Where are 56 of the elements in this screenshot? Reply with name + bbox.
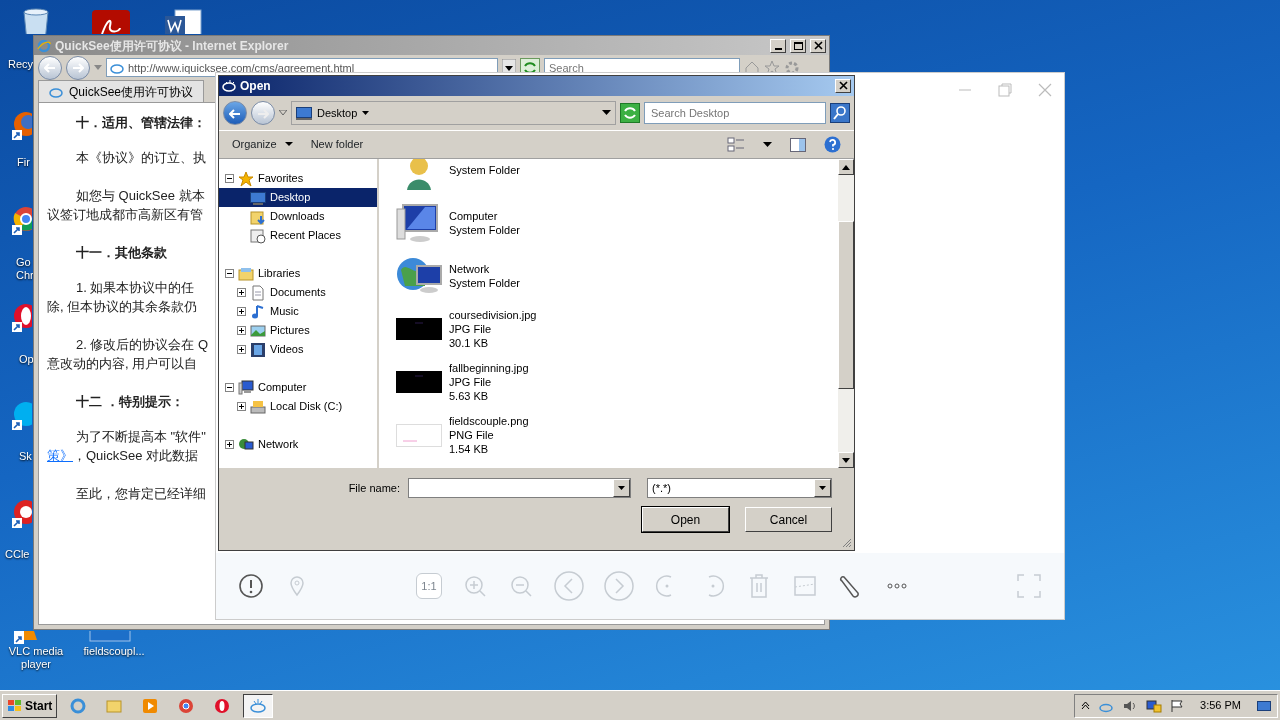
cancel-button[interactable]: Cancel [745,507,832,532]
icon-label: fieldscoupl... [82,645,146,658]
icon-label: Recy [8,58,33,71]
icon-label: VLC media player [7,645,65,671]
paragraph-line: 1. 如果本协议中的任 [75,279,195,297]
paragraph-line: 至此，您肯定已经详细 [75,485,206,503]
icon-label: CCle [5,548,31,561]
paragraph-line: 意改动的内容, 用户可以自 [47,355,198,373]
clock-text[interactable]: 3:56 PM [1200,697,1241,714]
icon-label: Sk [19,450,32,463]
tab-label: QuickSee使用许可协议 [69,83,194,101]
section-heading: 十一．其他条款 [75,244,167,262]
open-button[interactable]: Open [642,507,729,532]
address-text: http://www.iquicksee.com/cms/agreement.html [128,61,355,74]
icon-label: Fir [17,156,31,169]
tree-item[interactable]: Music [219,302,377,321]
policy-link[interactable]: 策》 [47,446,73,465]
icon-label: Go Chr [16,256,32,282]
file-item-text[interactable]: Network System Folder [449,261,520,290]
organize-menu[interactable]: Organize [232,136,293,153]
file-item-text[interactable]: System Folder [449,162,520,177]
file-item-text[interactable]: fallbeginning.jpg JPG File 5.63 KB [449,360,529,403]
tree-item[interactable]: Favorites [219,169,377,188]
icon-label: Op [19,353,32,366]
paragraph-line: 为了不断提高本 "软件" [75,428,206,446]
file-item-text[interactable]: coursedivision.jpg JPG File 30.1 KB [449,307,537,350]
tree-item[interactable]: Libraries [219,264,377,283]
paragraph-line: ，QuickSee 对此数据 [73,447,198,465]
tree-item[interactable]: Local Disk (C:) [219,397,377,416]
tree-item[interactable]: Downloads [219,207,377,226]
tree-item[interactable]: Network [219,435,377,454]
paragraph-line: 2. 修改后的协议会在 Q [75,336,209,354]
window-title: QuickSee使用许可协议 - Internet Explorer [55,37,290,55]
paragraph-line: 议签订地成都市高新区有管 [47,206,203,224]
file-item-text[interactable]: Computer System Folder [449,208,520,237]
field-label: File name: [348,480,400,496]
dialog-title: Open [240,78,272,95]
file-item-text[interactable]: fieldscouple.png PNG File 1.54 KB [449,413,529,456]
tree-item[interactable]: Videos [219,340,377,359]
paragraph-line: 如您与 QuickSee 就本 [75,187,205,205]
paragraph-line: 本《协议》的订立、执 [75,149,206,167]
tree-item[interactable]: Documents [219,283,377,302]
tree-item[interactable]: Recent Places [219,226,377,245]
browser-tab[interactable]: QuickSee使用许可协议 [38,80,205,102]
location-bar[interactable]: Desktop [291,101,616,125]
tree-item[interactable]: Pictures [219,321,377,340]
start-button[interactable]: Start [2,693,58,718]
section-heading: 十二 ．特别提示： [75,393,184,411]
location-text: Desktop [317,105,358,121]
tree-item[interactable]: Desktop [219,188,377,207]
paragraph-line: 除, 但本协议的其余条款仍 [47,298,198,316]
file-type-dropdown[interactable]: (*.*) [647,478,832,498]
new-folder-button[interactable]: New folder [310,136,364,153]
tree-item[interactable]: Computer [219,378,377,397]
section-heading: 十．适用、管辖法律： [75,114,206,132]
search-field[interactable]: Search Desktop [644,102,826,124]
